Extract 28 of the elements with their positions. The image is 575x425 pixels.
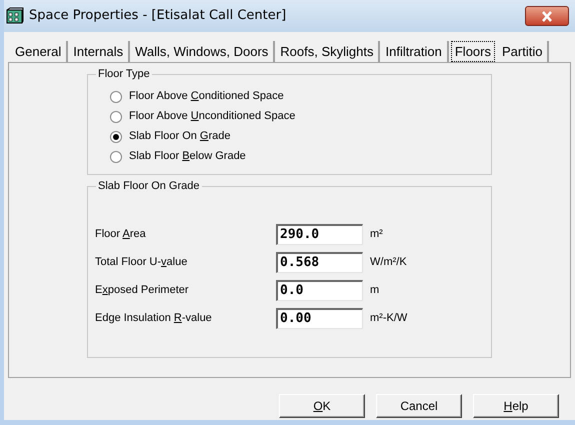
unit-label: W/m²/K <box>370 254 407 270</box>
field-label: Total Floor U-value <box>95 254 188 270</box>
radio-button[interactable] <box>110 110 122 122</box>
unit-label: m² <box>370 226 383 242</box>
radio-label: Floor Above Conditioned Space <box>129 89 284 104</box>
field-label: Floor Area <box>95 226 147 242</box>
input-field[interactable]: 0.568 <box>276 252 363 272</box>
radio-button[interactable] <box>110 130 122 142</box>
input-field[interactable]: 290.0 <box>276 224 363 244</box>
dialog-button[interactable]: OK <box>279 394 365 418</box>
radio-label: Slab Floor On Grade <box>129 129 231 144</box>
unit-label: m <box>370 282 380 298</box>
close-icon <box>541 10 553 22</box>
radio-label: Floor Above Unconditioned Space <box>129 109 296 124</box>
radio-button[interactable] <box>110 150 122 162</box>
group-title: Floor Type <box>96 67 152 81</box>
field-label: Edge Insulation R-value <box>95 310 213 326</box>
input-field[interactable]: 0.00 <box>276 308 363 328</box>
building-icon <box>6 7 24 25</box>
radio-button[interactable] <box>110 90 122 102</box>
input-field[interactable]: 0.0 <box>276 280 363 300</box>
dialog-button[interactable]: Help <box>473 394 559 418</box>
field-label: Exposed Perimeter <box>95 282 190 298</box>
unit-label: m²-K/W <box>370 310 408 326</box>
close-button[interactable] <box>525 6 569 26</box>
dialog-button[interactable]: Cancel <box>376 394 462 418</box>
window-title: Space Properties - [Etisalat Call Center] <box>29 7 286 26</box>
radio-label: Slab Floor Below Grade <box>129 149 246 164</box>
